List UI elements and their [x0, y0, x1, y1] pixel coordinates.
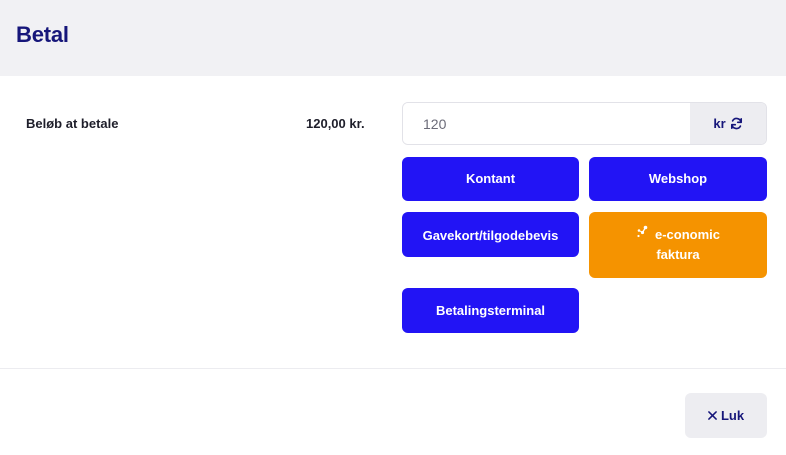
e-conomic-logo-icon: [636, 225, 650, 245]
economic-first-row: e-conomic: [636, 225, 720, 245]
close-button[interactable]: Luk: [685, 393, 767, 438]
close-label: Luk: [720, 408, 745, 423]
footer-divider: [0, 368, 786, 369]
economic-invoice-button[interactable]: e-conomic faktura: [589, 212, 767, 278]
dialog-title: Betal: [16, 22, 69, 47]
economic-label-line2: faktura: [656, 247, 700, 262]
amount-input-group: kr: [402, 102, 767, 145]
refresh-icon: [730, 117, 743, 130]
gavekort-button[interactable]: Gavekort/tilgodebevis: [402, 212, 579, 257]
payment-dialog: Betal Beløb at betale 120,00 kr. kr Kont…: [0, 0, 786, 455]
dialog-header: Betal: [0, 0, 786, 76]
amount-input[interactable]: [403, 103, 690, 144]
amount-value: 120,00 kr.: [306, 116, 365, 131]
kontant-button[interactable]: Kontant: [402, 157, 579, 201]
close-icon: [708, 408, 717, 423]
currency-label: kr: [713, 116, 726, 131]
amount-label: Beløb at betale: [26, 116, 119, 131]
betalingsterminal-button[interactable]: Betalingsterminal: [402, 288, 579, 333]
webshop-button[interactable]: Webshop: [589, 157, 767, 201]
economic-label-line1: e-conomic: [654, 227, 720, 242]
currency-toggle-button[interactable]: kr: [690, 103, 766, 144]
